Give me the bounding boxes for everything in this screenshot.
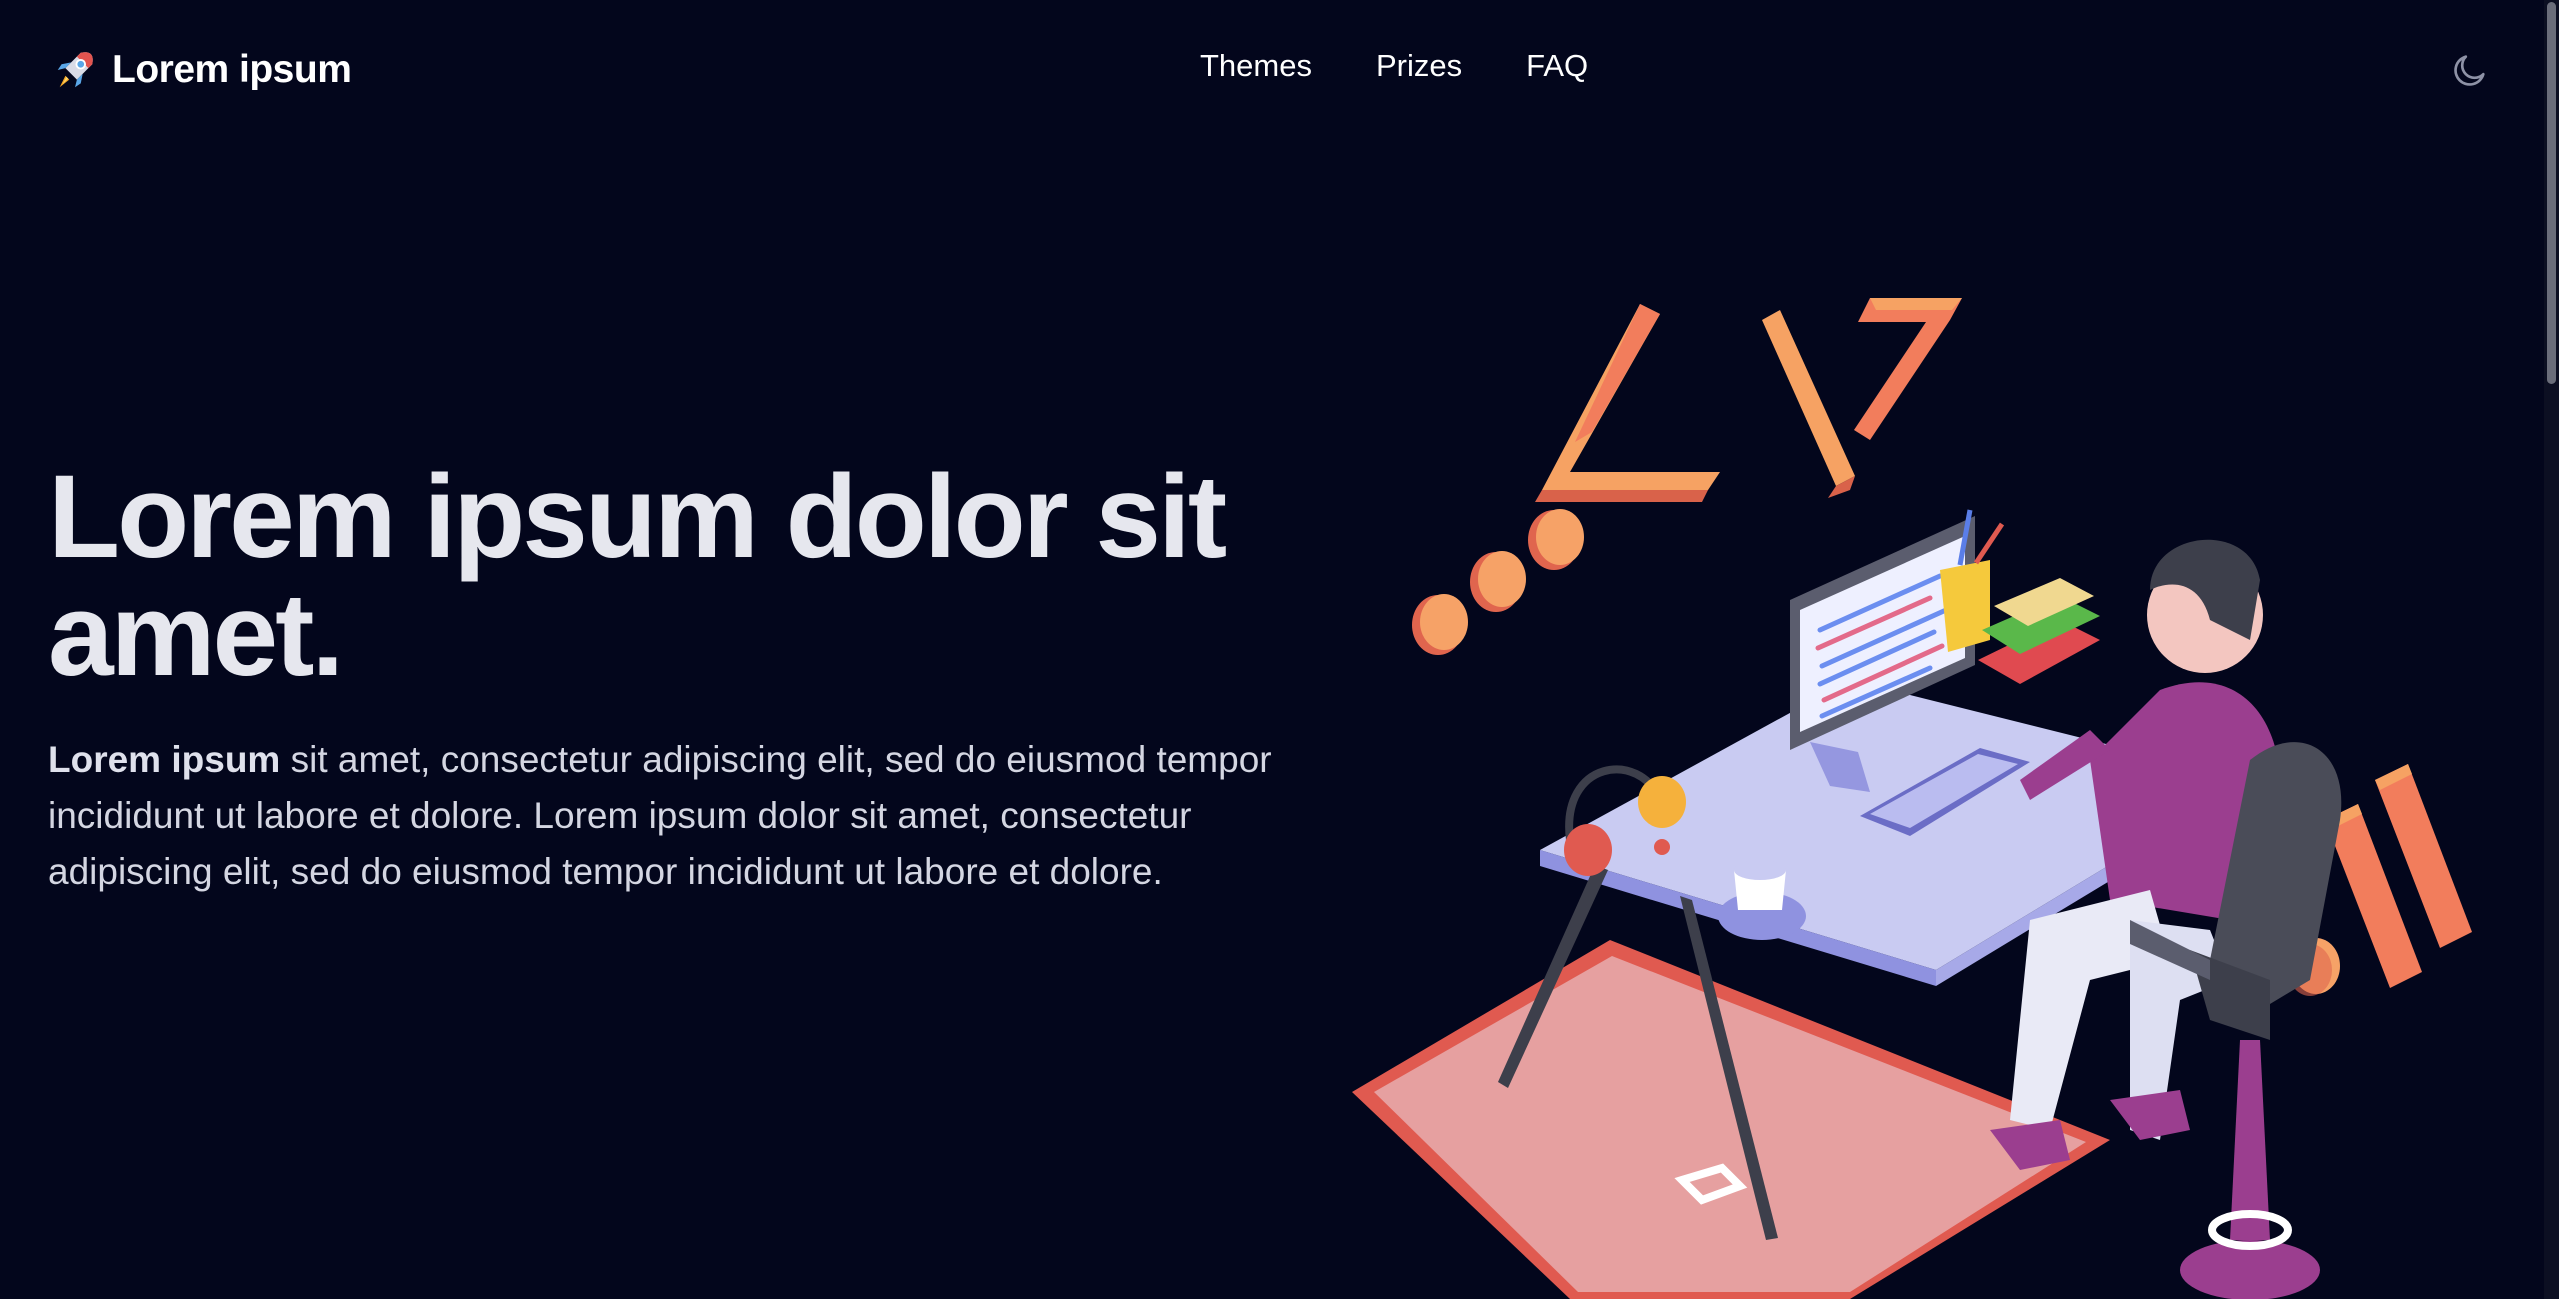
nav-link-faq[interactable]: FAQ (1526, 48, 1588, 84)
developer-at-desk-illustration (1352, 298, 2472, 1299)
hero-description: Lorem ipsum sit amet, consectetur adipis… (48, 732, 1298, 900)
rocket-icon (57, 52, 93, 88)
code-tag-icon (1535, 298, 1962, 502)
scrollbar-thumb[interactable] (2547, 2, 2556, 384)
page-scrollbar[interactable] (2544, 0, 2559, 1299)
hero-title: Lorem ipsum dolor sit amet. (48, 451, 1227, 701)
brand-logo[interactable]: Lorem ipsum (52, 44, 352, 96)
moon-icon[interactable] (2450, 50, 2490, 90)
dots-decoration (1412, 509, 1584, 655)
nav-link-themes[interactable]: Themes (1200, 48, 1312, 84)
main-menu: Themes Prizes FAQ (1200, 48, 1588, 84)
hero-description-bold: Lorem ipsum (48, 739, 281, 780)
nav-link-prizes[interactable]: Prizes (1376, 48, 1462, 84)
rug (1352, 940, 2110, 1299)
brand-name: Lorem ipsum (112, 48, 352, 91)
top-navbar: Lorem ipsum Themes Prizes FAQ (0, 0, 2544, 140)
